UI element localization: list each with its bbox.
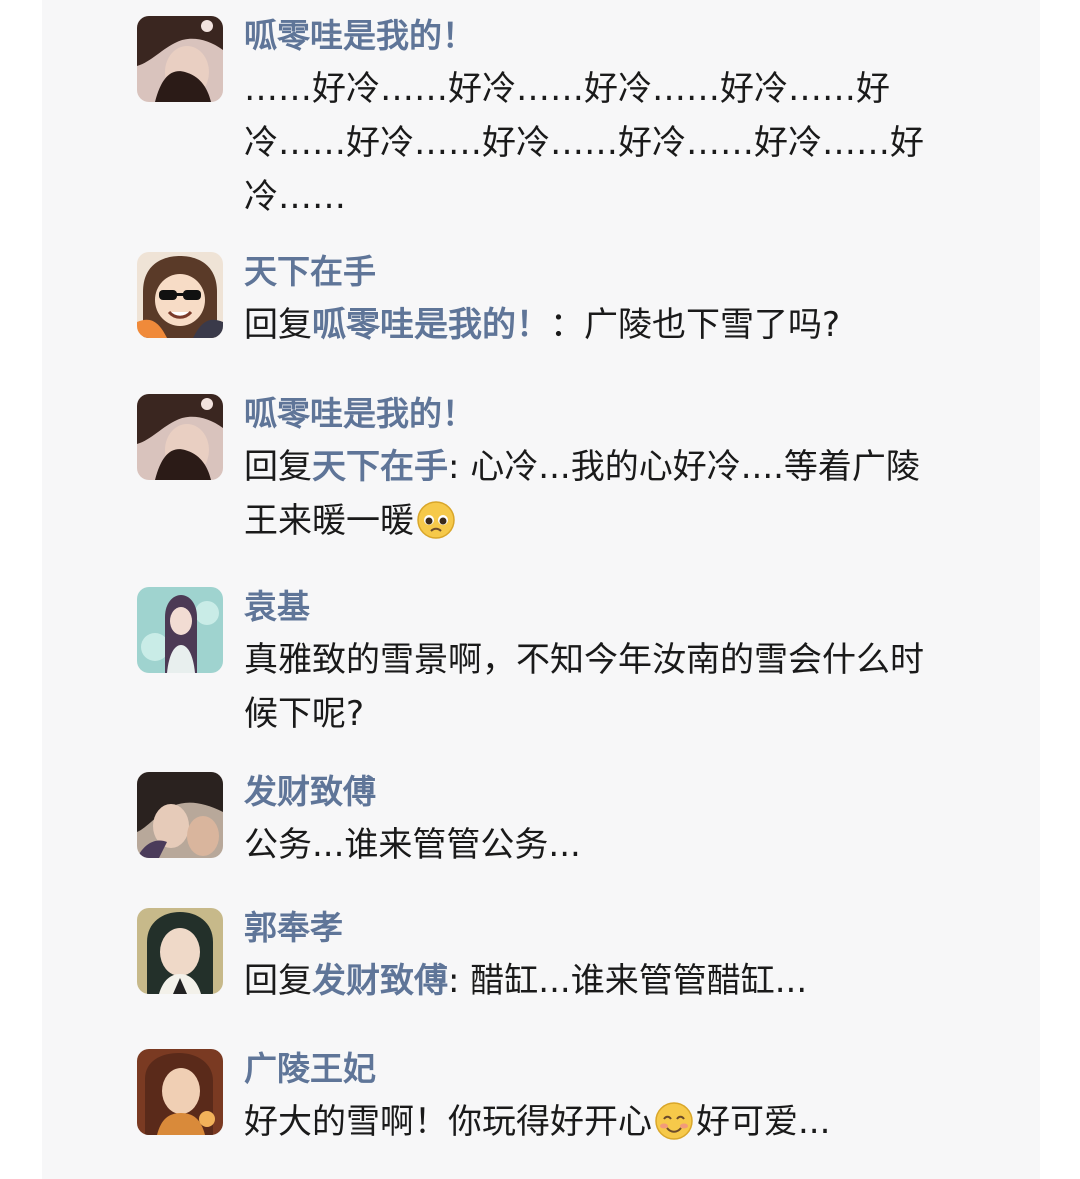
pleading-face-emoji xyxy=(416,500,456,540)
reply-separator: : xyxy=(448,961,460,1001)
reply-separator: : xyxy=(448,447,460,487)
smiling-face-emoji xyxy=(654,1101,694,1141)
username[interactable]: 袁基 xyxy=(244,587,944,627)
reply-target-link[interactable]: 发财致傅 xyxy=(312,961,448,1001)
reply-prefix: 回复 xyxy=(244,305,312,345)
username[interactable]: 呱零哇是我的！ xyxy=(244,16,944,56)
reply-target-link[interactable]: 呱零哇是我的！ xyxy=(312,305,550,345)
reply-separator: ： xyxy=(550,305,584,345)
avatar[interactable] xyxy=(137,16,223,102)
comment-text: ……好冷……好冷……好冷……好冷……好冷……好冷……好冷……好冷……好冷……好冷… xyxy=(244,69,924,217)
reply-prefix: 回复 xyxy=(244,961,312,1001)
comment-text: 好大的雪啊！你玩得好开心 好可爱... xyxy=(244,1095,944,1149)
reply-content: 广陵也下雪了吗? xyxy=(584,305,841,345)
avatar[interactable] xyxy=(137,772,223,858)
reply-content: 醋缸...谁来管管醋缸... xyxy=(470,961,808,1001)
avatar[interactable] xyxy=(137,1049,223,1135)
comment-text: 真雅致的雪景啊，不知今年汝南的雪会什么时候下呢? xyxy=(244,640,924,734)
username[interactable]: 发财致傅 xyxy=(244,772,944,812)
comment-text-after: 好可爱... xyxy=(696,1102,831,1142)
comment-text-before: 好大的雪啊！你玩得好开心 xyxy=(244,1102,652,1142)
username[interactable]: 广陵王妃 xyxy=(244,1049,944,1089)
reply-prefix: 回复 xyxy=(244,447,312,487)
reply-target-link[interactable]: 天下在手 xyxy=(312,447,448,487)
username[interactable]: 呱零哇是我的！ xyxy=(244,394,944,434)
comment-text: 回复呱零哇是我的！：广陵也下雪了吗? xyxy=(244,298,944,352)
comment-text: 公务...谁来管管公务... xyxy=(244,825,581,865)
comment-text: 回复天下在手: 心冷...我的心好冷....等着广陵王来暖一暖 xyxy=(244,440,944,548)
avatar[interactable] xyxy=(137,394,223,480)
avatar[interactable] xyxy=(137,587,223,673)
comment-text: 回复发财致傅: 醋缸...谁来管管醋缸... xyxy=(244,954,944,1008)
username[interactable]: 郭奉孝 xyxy=(244,908,944,948)
username[interactable]: 天下在手 xyxy=(244,252,944,292)
avatar[interactable] xyxy=(137,908,223,994)
avatar[interactable] xyxy=(137,252,223,338)
